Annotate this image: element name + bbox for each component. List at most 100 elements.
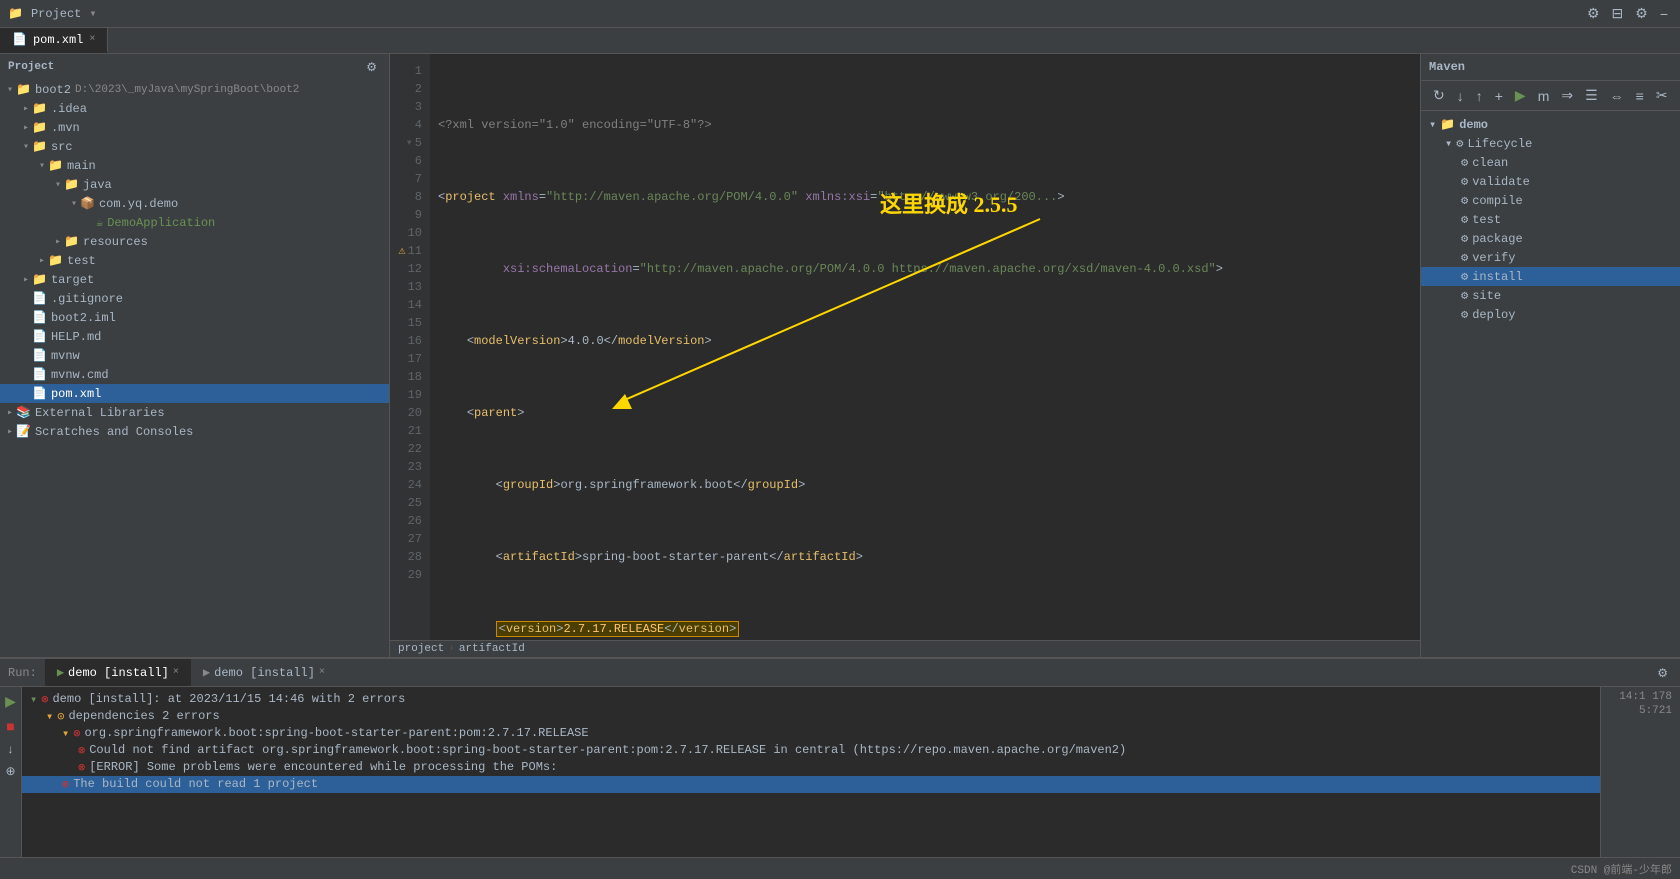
maven-item-demo[interactable]: ▾ 📁 demo — [1421, 115, 1680, 134]
tree-item-boot2[interactable]: ▾ 📁 boot2 D:\2023\_myJava\mySpringBoot\b… — [0, 80, 389, 99]
maven-item-site[interactable]: ⚙ site — [1421, 286, 1680, 305]
status-bar: CSDN @前端-少年郎 — [0, 857, 1680, 879]
maven-swap-btn[interactable]: ⇔ — [1606, 85, 1628, 106]
tree-item-pomxml[interactable]: ▸ 📄 pom.xml — [0, 384, 389, 403]
maven-item-lifecycle[interactable]: ▾ ⚙ Lifecycle — [1421, 134, 1680, 153]
tree-item-ext-libs[interactable]: ▸ 📚 External Libraries — [0, 403, 389, 422]
tree-item-resources[interactable]: ▸ 📁 resources — [0, 232, 389, 251]
filter-btn[interactable]: ⊕ — [1, 762, 19, 780]
breadcrumb-artifactid[interactable]: artifactId — [459, 643, 525, 655]
scratches-icon: 📝 — [16, 424, 31, 439]
line-num: 26 — [394, 512, 422, 530]
maven-download-btn[interactable]: ↓ — [1453, 85, 1468, 106]
sidebar-gear-icon[interactable]: ⚙ — [362, 58, 381, 76]
tab-close-icon[interactable]: × — [89, 34, 95, 45]
tree-item-helpmd[interactable]: ▸ 📄 HELP.md — [0, 327, 389, 346]
tree-label: .mvn — [51, 121, 80, 135]
maven-item-package[interactable]: ⚙ package — [1421, 229, 1680, 248]
log-entry-5[interactable]: ⊗ [ERROR] Some problems were encountered… — [22, 759, 1600, 776]
package-icon: 📦 — [80, 196, 95, 211]
tree-label: java — [83, 178, 112, 192]
tree-label: src — [51, 140, 73, 154]
maven-item-compile[interactable]: ⚙ compile — [1421, 191, 1680, 210]
maven-settings-btn[interactable]: ≡ — [1632, 85, 1648, 106]
line-num: 1 — [394, 62, 422, 80]
gear-icon: ⚙ — [1461, 231, 1468, 246]
log-entry-3[interactable]: ▾ ⊗ org.springframework.boot:spring-boot… — [22, 725, 1600, 742]
editor-content[interactable]: 这里换成 2.5.5 1 2 3 4 ▾5 6 7 8 9 10 — [390, 54, 1420, 640]
sidebar-title: Project — [8, 61, 54, 73]
tree-item-mvn[interactable]: ▸ 📁 .mvn — [0, 118, 389, 137]
bottom-settings-btn[interactable]: ⚙ — [1653, 664, 1672, 682]
log-entry-6[interactable]: ⊗ The build could not read 1 project — [22, 776, 1600, 793]
maven-scissors-btn[interactable]: ✂ — [1652, 85, 1672, 106]
tab-bar: 📄 pom.xml × — [0, 28, 1680, 54]
tree-item-test[interactable]: ▸ 📁 test — [0, 251, 389, 270]
maven-run-btn[interactable]: ▶ — [1511, 85, 1530, 106]
maven-menu-btn[interactable]: ☰ — [1581, 85, 1602, 106]
tree-label: mvnw — [51, 349, 80, 363]
line-num: 3 — [394, 98, 422, 116]
error-icon-5: ⊗ — [78, 760, 85, 775]
stop-btn[interactable]: ■ — [2, 716, 18, 736]
bottom-tab-1[interactable]: ▶ demo [install] × — [45, 659, 191, 686]
folder-icon: 📁 — [48, 158, 63, 173]
breadcrumb-project[interactable]: project — [398, 643, 444, 655]
maven-upload-btn[interactable]: ↑ — [1472, 85, 1487, 106]
maven-item-clean[interactable]: ⚙ clean — [1421, 153, 1680, 172]
tab-close-icon-2[interactable]: × — [319, 667, 325, 678]
tree-item-gitignore[interactable]: ▸ 📄 .gitignore — [0, 289, 389, 308]
line-num: 29 — [394, 566, 422, 584]
log-entry-4[interactable]: ⊗ Could not find artifact org.springfram… — [22, 742, 1600, 759]
maven-item-test[interactable]: ⚙ test — [1421, 210, 1680, 229]
bottom-log-content: ▾ ⊗ demo [install]: at 2023/11/15 14:46 … — [22, 687, 1600, 857]
scroll-btn[interactable]: ↓ — [4, 740, 18, 758]
code-lines[interactable]: <?xml version="1.0" encoding="UTF-8"?> <… — [430, 54, 1420, 640]
tree-item-boot2iml[interactable]: ▸ 📄 boot2.iml — [0, 308, 389, 327]
tree-item-mvnw[interactable]: ▸ 📄 mvnw — [0, 346, 389, 365]
maven-m-btn[interactable]: m — [1534, 85, 1554, 106]
bottom-tab-2[interactable]: ▶ demo [install] × — [191, 659, 337, 686]
settings-icon[interactable]: ⚙ — [1583, 3, 1604, 24]
code-line-5: <parent> — [438, 404, 1420, 422]
run-label: Run: — [0, 666, 45, 680]
minimize-icon[interactable]: − — [1656, 3, 1672, 24]
error-icon-4: ⊗ — [78, 743, 85, 758]
tree-item-target[interactable]: ▸ 📁 target — [0, 270, 389, 289]
maven-panel: Maven ↻ ↓ ↑ + ▶ m ⇒ ☰ ⇔ ≡ ✂ ▾ 📁 demo ▾ — [1420, 54, 1680, 657]
tree-item-package[interactable]: ▾ 📦 com.yq.demo — [0, 194, 389, 213]
maven-add-btn[interactable]: + — [1491, 85, 1507, 106]
line-num: 2 — [394, 80, 422, 98]
maven-label: package — [1472, 232, 1522, 246]
bottom-tab-bar: Run: ▶ demo [install] × ▶ demo [install]… — [0, 659, 1680, 687]
folder-icon: 📁 — [64, 177, 79, 192]
maven-arrow-btn[interactable]: ⇒ — [1557, 85, 1577, 106]
log-entry-1[interactable]: ▾ ⊗ demo [install]: at 2023/11/15 14:46 … — [22, 691, 1600, 708]
log-entry-2[interactable]: ▾ ⊙ dependencies 2 errors — [22, 708, 1600, 725]
tree-item-scratches[interactable]: ▸ 📝 Scratches and Consoles — [0, 422, 389, 441]
tree-item-java[interactable]: ▾ 📁 java — [0, 175, 389, 194]
pom-xml-tab[interactable]: 📄 pom.xml × — [0, 28, 108, 53]
dropdown-arrow[interactable]: ▾ — [89, 6, 96, 21]
line-num: 24 — [394, 476, 422, 494]
tree-item-demo-app[interactable]: ▸ ☕ DemoApplication — [0, 213, 389, 232]
expand-arrow: ▸ — [4, 426, 16, 438]
maven-item-verify[interactable]: ⚙ verify — [1421, 248, 1680, 267]
expand-arrow: ▾ — [1445, 136, 1452, 151]
maven-item-validate[interactable]: ⚙ validate — [1421, 172, 1680, 191]
tree-item-src[interactable]: ▾ 📁 src — [0, 137, 389, 156]
maven-item-deploy[interactable]: ⚙ deploy — [1421, 305, 1680, 324]
tree-item-mvnwcmd[interactable]: ▸ 📄 mvnw.cmd — [0, 365, 389, 384]
layout-icon[interactable]: ⊟ — [1608, 3, 1628, 24]
maven-item-install[interactable]: ⚙ install — [1421, 267, 1680, 286]
line-num: 19 — [394, 386, 422, 404]
code-area: 1 2 3 4 ▾5 6 7 8 9 10 ⚠11 12 13 14 15 16 — [390, 54, 1420, 640]
tree-label: External Libraries — [35, 406, 165, 420]
tab-close-icon[interactable]: × — [173, 667, 179, 678]
folder-icon: 📁 — [32, 272, 47, 287]
run-btn[interactable]: ▶ — [1, 691, 20, 712]
tree-item-main[interactable]: ▾ 📁 main — [0, 156, 389, 175]
tree-item-idea[interactable]: ▸ 📁 .idea — [0, 99, 389, 118]
gear-icon[interactable]: ⚙ — [1631, 3, 1652, 24]
maven-refresh-btn[interactable]: ↻ — [1429, 85, 1449, 106]
